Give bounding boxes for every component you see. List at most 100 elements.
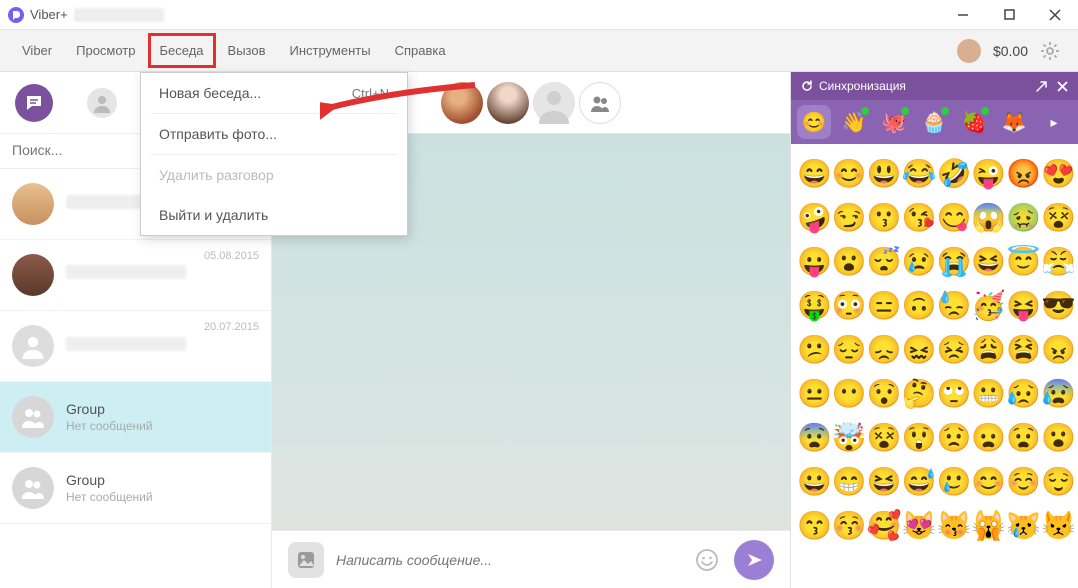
sticker-cell[interactable]: 😿 (1006, 506, 1041, 544)
participant-avatar[interactable] (441, 82, 483, 124)
sticker-cell[interactable]: 😅 (902, 462, 937, 500)
window-maximize-button[interactable] (986, 0, 1032, 30)
tab-chats[interactable] (0, 72, 68, 133)
sticker-cell[interactable]: 🤣 (937, 154, 972, 192)
sticker-cell[interactable]: 😓 (937, 286, 972, 324)
add-participant-button[interactable] (579, 82, 621, 124)
participant-avatar[interactable] (487, 82, 529, 124)
sticker-cell[interactable]: 🤯 (832, 418, 867, 456)
sticker-cell[interactable]: 😯 (867, 374, 902, 412)
sticker-cell[interactable]: 😦 (971, 418, 1006, 456)
menu-view[interactable]: Просмотр (64, 33, 147, 68)
sticker-cell[interactable]: 😁 (832, 462, 867, 500)
sticker-cell[interactable]: 😴 (867, 242, 902, 280)
sticker-cell[interactable]: ☺️ (1006, 462, 1041, 500)
sticker-cell[interactable]: 😄 (797, 154, 832, 192)
sticker-cell[interactable]: 😣 (937, 330, 972, 368)
emoji-picker-button[interactable] (692, 545, 722, 575)
sticker-cell[interactable]: 😆 (867, 462, 902, 500)
settings-gear-icon[interactable] (1040, 41, 1060, 61)
sticker-cell[interactable]: 🤢 (1006, 198, 1041, 236)
sticker-cell[interactable]: 😊 (832, 154, 867, 192)
sticker-cell[interactable]: 😆 (971, 242, 1006, 280)
sticker-cell[interactable]: 😛 (797, 242, 832, 280)
menu-conversation[interactable]: Беседа (148, 33, 216, 68)
sticker-cell[interactable]: 🥲 (937, 462, 972, 500)
window-close-button[interactable] (1032, 0, 1078, 30)
sticker-tab-more[interactable]: ▸ (1037, 105, 1071, 139)
sticker-cell[interactable]: 😬 (971, 374, 1006, 412)
sticker-cell[interactable]: 😖 (902, 330, 937, 368)
sticker-cell[interactable]: 🤪 (797, 198, 832, 236)
sticker-cell[interactable]: 😎 (1041, 286, 1076, 324)
sticker-cell[interactable]: 😡 (1006, 154, 1041, 192)
menu-leave-and-delete[interactable]: Выйти и удалить (141, 195, 407, 235)
menu-call[interactable]: Вызов (216, 33, 278, 68)
sticker-cell[interactable]: 😊 (971, 462, 1006, 500)
sticker-cell[interactable]: 😰 (1041, 374, 1076, 412)
sticker-cell[interactable]: 😱 (971, 198, 1006, 236)
sticker-cell[interactable]: 😻 (902, 506, 937, 544)
sticker-cell[interactable]: 😜 (971, 154, 1006, 192)
sticker-cell[interactable]: 😍 (1041, 154, 1076, 192)
sticker-cell[interactable]: 😶 (832, 374, 867, 412)
sticker-cell[interactable]: 😗 (867, 198, 902, 236)
sticker-cell[interactable]: 😾 (1041, 506, 1076, 544)
sticker-cell[interactable]: 😵 (1041, 198, 1076, 236)
sticker-cell[interactable]: 😌 (1041, 462, 1076, 500)
tab-contacts[interactable] (68, 72, 136, 133)
sticker-cell[interactable]: 😏 (832, 198, 867, 236)
sticker-cell[interactable]: 🙀 (971, 506, 1006, 544)
sticker-cell[interactable]: 😵 (867, 418, 902, 456)
sticker-cell[interactable]: 😢 (902, 242, 937, 280)
sticker-cell[interactable]: 🤔 (902, 374, 937, 412)
sticker-cell[interactable]: 😇 (1006, 242, 1041, 280)
sticker-cell[interactable]: 😀 (797, 462, 832, 500)
sticker-cell[interactable]: 🤑 (797, 286, 832, 324)
sticker-cell[interactable]: 😥 (1006, 374, 1041, 412)
sticker-cell[interactable]: 😚 (832, 506, 867, 544)
sticker-cell[interactable]: 😨 (797, 418, 832, 456)
sticker-cell[interactable]: 😽 (937, 506, 972, 544)
window-minimize-button[interactable] (940, 0, 986, 30)
sticker-cell[interactable]: 😩 (971, 330, 1006, 368)
sticker-cell[interactable]: 😠 (1041, 330, 1076, 368)
sticker-popout-icon[interactable] (1036, 81, 1047, 92)
sticker-cell[interactable]: 😃 (867, 154, 902, 192)
menu-tools[interactable]: Инструменты (278, 33, 383, 68)
sticker-cell[interactable]: 😫 (1006, 330, 1041, 368)
sticker-cell[interactable]: 😑 (867, 286, 902, 324)
sticker-tab-hi[interactable]: 👋 (837, 105, 871, 139)
sticker-cell[interactable]: 🥰 (867, 506, 902, 544)
sticker-cell[interactable]: 😙 (797, 506, 832, 544)
sticker-cell[interactable]: 😲 (902, 418, 937, 456)
attach-media-button[interactable] (288, 542, 324, 578)
balance-label[interactable]: $0.00 (993, 43, 1028, 59)
sticker-cell[interactable]: 😮 (832, 242, 867, 280)
sticker-cell[interactable]: 😂 (902, 154, 937, 192)
sticker-cell[interactable]: 😭 (937, 242, 972, 280)
sticker-cell[interactable]: 😮 (1041, 418, 1076, 456)
menu-send-photo[interactable]: Отправить фото... (141, 114, 407, 154)
conversation-item[interactable]: Group Нет сообщений (0, 453, 271, 524)
participant-avatar-empty[interactable] (533, 82, 575, 124)
sticker-close-icon[interactable] (1057, 81, 1068, 92)
sticker-cell[interactable]: 😤 (1041, 242, 1076, 280)
sticker-cell[interactable]: 😝 (1006, 286, 1041, 324)
sticker-cell[interactable]: 😘 (902, 198, 937, 236)
sticker-cell[interactable]: 😔 (832, 330, 867, 368)
sticker-cell[interactable]: 😳 (832, 286, 867, 324)
conversation-item[interactable]: 20.07.2015 (0, 311, 271, 382)
menu-help[interactable]: Справка (383, 33, 458, 68)
send-button[interactable] (734, 540, 774, 580)
sticker-cell[interactable]: 😞 (867, 330, 902, 368)
sticker-tab-pack-4[interactable]: 🦊 (997, 105, 1031, 139)
conversation-item[interactable]: 05.08.2015 (0, 240, 271, 311)
sticker-cell[interactable]: 😕 (797, 330, 832, 368)
sticker-cell[interactable]: 😧 (1006, 418, 1041, 456)
sticker-cell[interactable]: 😋 (937, 198, 972, 236)
sticker-cell[interactable]: 🙃 (902, 286, 937, 324)
sticker-cell[interactable]: 😐 (797, 374, 832, 412)
menu-viber[interactable]: Viber (10, 33, 64, 68)
sticker-tab-smileys[interactable]: 😊 (797, 105, 831, 139)
